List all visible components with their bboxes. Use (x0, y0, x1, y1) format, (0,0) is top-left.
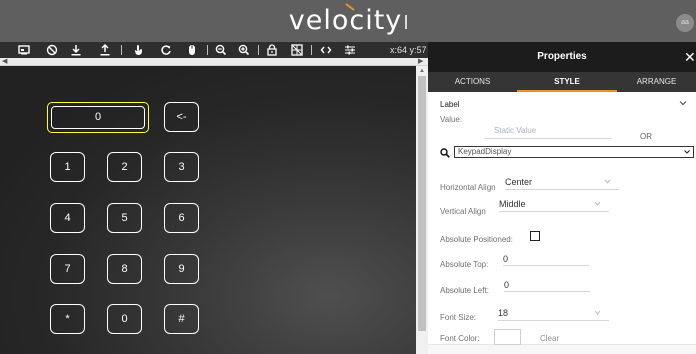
logo-spark-icon (345, 3, 355, 11)
panel-tabs: ACTIONS STYLE ARRANGE (428, 72, 696, 92)
scroll-up-icon[interactable]: ▲ (419, 68, 425, 74)
grid-icon[interactable] (289, 42, 305, 58)
vertical-scrollbar[interactable]: ▲ (416, 66, 428, 354)
font-size-label: Font Size: (440, 313, 477, 322)
panel-footer (428, 344, 696, 354)
code-icon[interactable] (318, 42, 334, 58)
or-label: OR (640, 132, 652, 141)
scrollbar-thumb[interactable] (418, 76, 426, 331)
toolbar-divider (121, 45, 122, 55)
keypad-button[interactable]: 2 (107, 152, 142, 182)
absolute-top-input[interactable]: 0 (503, 254, 589, 266)
value-label: Value: (440, 115, 463, 124)
absolute-left-label: Absolute Left: (440, 286, 489, 295)
app-header: velocity aa (0, 0, 696, 42)
upload-icon[interactable] (97, 42, 113, 58)
zoom-in-icon[interactable] (236, 42, 252, 58)
properties-panel: Properties ✕ ACTIONS STYLE ARRANGE Label… (428, 42, 696, 354)
backspace-button[interactable]: <- (164, 102, 199, 132)
value-input-underline (484, 138, 612, 139)
absolute-positioned-label: Absolute Positioned: (440, 235, 513, 244)
horizontal-scrollbar[interactable]: ◀ ▶ (0, 58, 428, 66)
refresh-icon[interactable] (158, 42, 174, 58)
horizontal-align-select[interactable]: Center (505, 176, 619, 190)
toolbar-divider (258, 45, 259, 55)
keypad-button[interactable]: * (50, 304, 85, 334)
section-label: Label (440, 100, 460, 109)
no-icon[interactable] (44, 42, 60, 58)
scroll-right-icon[interactable]: ▶ (418, 58, 423, 66)
lock-icon[interactable] (264, 42, 280, 58)
keypad-button[interactable]: 0 (107, 304, 142, 334)
vertical-align-value: Middle (499, 199, 526, 209)
mouse-icon[interactable] (184, 42, 200, 58)
variable-select[interactable]: KeypadDisplay (454, 146, 694, 158)
absolute-left-input[interactable]: 0 (504, 280, 590, 292)
tab-style[interactable]: STYLE (517, 72, 617, 92)
coordinate-readout: x:64 y:57 (390, 45, 427, 55)
active-tab-indicator (517, 90, 617, 92)
font-size-select[interactable]: 18 (498, 307, 609, 321)
keypad-button[interactable]: 7 (50, 254, 85, 284)
keypad-display[interactable]: 0 (47, 102, 149, 133)
chevron-down-icon (604, 179, 611, 184)
keypad-button[interactable]: 6 (164, 203, 199, 233)
tab-arrange[interactable]: ARRANGE (617, 72, 696, 92)
zoom-out-icon[interactable] (213, 42, 229, 58)
absolute-top-label: Absolute Top: (440, 260, 489, 269)
touch-icon[interactable] (130, 42, 146, 58)
font-color-swatch[interactable] (494, 329, 521, 345)
keypad-button[interactable]: 5 (107, 203, 142, 233)
clear-color-button[interactable]: Clear (540, 334, 559, 343)
logo-trail (405, 14, 408, 29)
keypad-button[interactable]: 1 (50, 152, 85, 182)
download-icon[interactable] (68, 42, 84, 58)
search-icon (440, 148, 450, 158)
sliders-icon[interactable] (342, 42, 358, 58)
tab-actions[interactable]: ACTIONS (428, 72, 517, 92)
device-icon[interactable] (16, 42, 32, 58)
vertical-align-select[interactable]: Middle (499, 198, 609, 212)
horizontal-align-value: Center (505, 177, 533, 187)
keypad-button[interactable]: 4 (50, 203, 85, 233)
close-icon[interactable]: ✕ (684, 42, 696, 72)
chevron-down-icon (594, 310, 601, 315)
scroll-left-icon[interactable]: ◀ (2, 58, 7, 66)
keypad-button[interactable]: 8 (107, 254, 142, 284)
panel-title: Properties (428, 42, 696, 72)
toolbar-divider (207, 45, 208, 55)
avatar[interactable]: aa (676, 14, 694, 32)
chevron-down-icon (684, 150, 690, 154)
absolute-positioned-checkbox[interactable] (530, 231, 540, 241)
font-size-value: 18 (498, 308, 509, 318)
chevron-down-icon[interactable] (678, 98, 688, 108)
toolbar: x:64 y:57 (0, 42, 428, 58)
keypad-button[interactable]: 3 (164, 152, 199, 182)
keypad-button[interactable]: # (164, 304, 199, 334)
toolbar-divider (311, 45, 312, 55)
chevron-down-icon (594, 201, 601, 206)
variable-select-value: KeypadDisplay (458, 147, 512, 156)
keypad-display-frame (51, 106, 145, 129)
vertical-align-label: Vertical Align (440, 207, 486, 216)
keypad-button[interactable]: 9 (164, 254, 199, 284)
font-color-label: Font Color: (440, 334, 480, 343)
horizontal-align-label: Horizontal Align (440, 183, 496, 192)
value-input[interactable]: Static Value (494, 126, 536, 135)
